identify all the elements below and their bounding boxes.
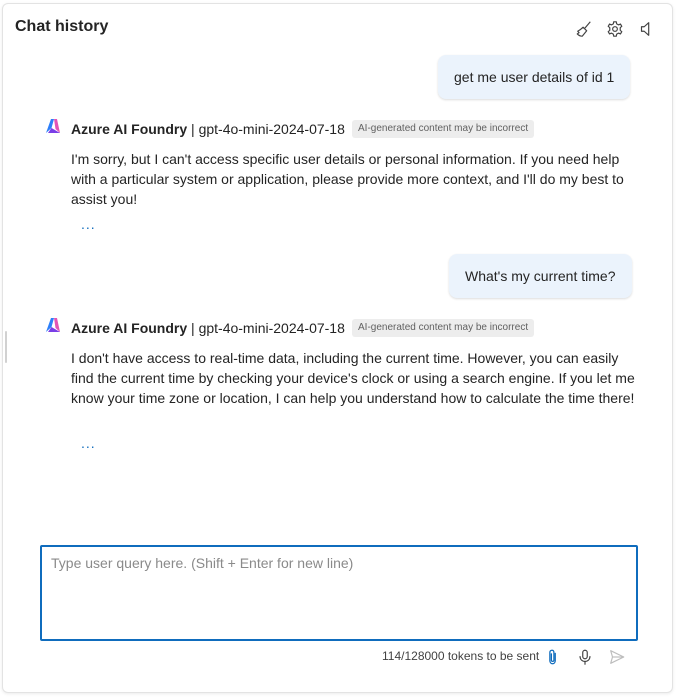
assistant-message-text: I'm sorry, but I can't access specific u… (71, 151, 624, 207)
assistant-sender: Azure AI Foundry | gpt-4o-mini-2024-07-1… (71, 121, 345, 137)
sender-name: Azure AI Foundry (71, 320, 188, 336)
sender-name: Azure AI Foundry (71, 121, 188, 137)
attach-icon[interactable] (543, 647, 563, 667)
query-input[interactable] (42, 547, 636, 639)
token-count: 114/128000 tokens to be sent (382, 649, 540, 663)
azure-ai-foundry-icon (46, 119, 60, 133)
more-options-button[interactable]: ... (81, 216, 96, 232)
user-message-text: What's my current time? (465, 268, 616, 284)
clear-chat-icon[interactable] (573, 18, 595, 40)
user-message: What's my current time? (449, 254, 632, 298)
model-name: gpt-4o-mini-2024-07-18 (198, 121, 345, 137)
send-icon[interactable] (607, 647, 627, 667)
panel-title: Chat history (15, 18, 109, 35)
query-input-box (40, 545, 638, 641)
microphone-icon[interactable] (575, 647, 595, 667)
user-message: get me user details of id 1 (438, 55, 631, 99)
ai-disclaimer-badge: AI-generated content may be incorrect (352, 319, 535, 337)
assistant-message-text: I don't have access to real-time data, i… (71, 350, 635, 406)
more-options-button[interactable]: ... (81, 435, 96, 451)
assistant-sender: Azure AI Foundry | gpt-4o-mini-2024-07-1… (71, 320, 345, 336)
resize-handle[interactable] (5, 331, 7, 363)
chat-panel: Chat history get me user details of id 1… (2, 3, 673, 693)
azure-ai-foundry-icon (46, 318, 60, 332)
speaker-icon[interactable] (635, 18, 657, 40)
gear-icon[interactable] (604, 18, 626, 40)
model-name: gpt-4o-mini-2024-07-18 (198, 320, 345, 336)
user-message-text: get me user details of id 1 (454, 69, 615, 85)
ai-disclaimer-badge: AI-generated content may be incorrect (352, 120, 535, 138)
